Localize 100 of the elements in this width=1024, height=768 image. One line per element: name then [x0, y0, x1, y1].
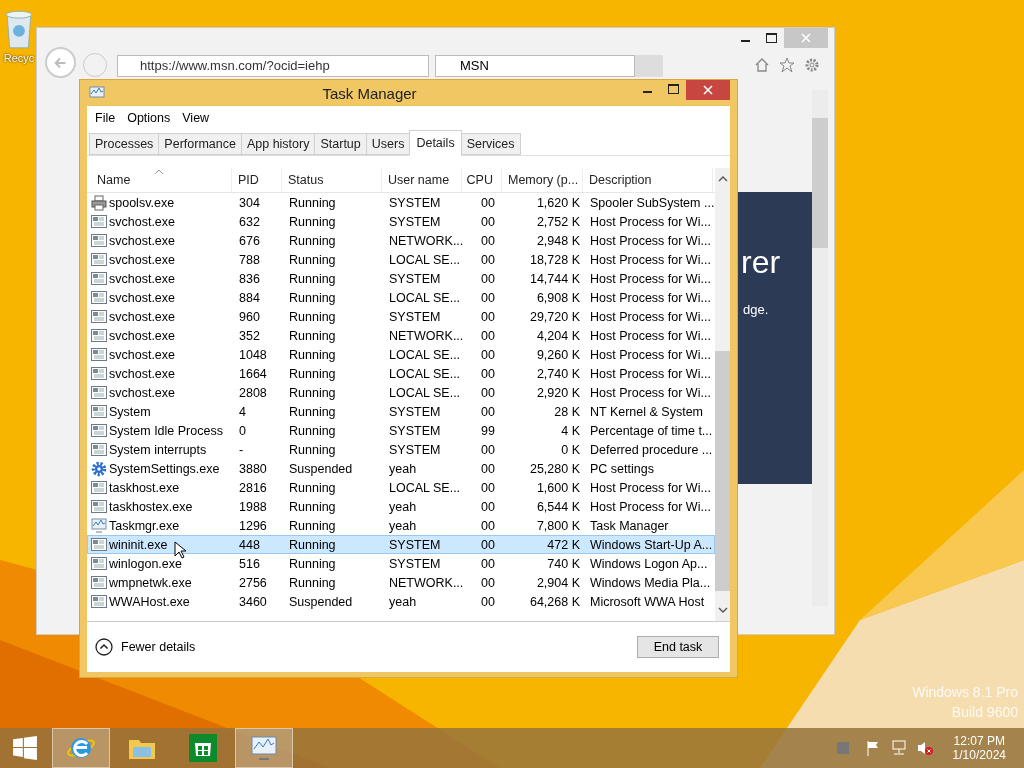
table-row[interactable]: svchost.exe 2808 Running LOCAL SE... 00 2,920 K Host Process for Wi... — [87, 383, 715, 402]
table-cell-text: 4,204 K — [535, 328, 581, 343]
table-cell-text: 00 — [480, 195, 496, 210]
end-task-button[interactable]: End task — [637, 636, 719, 658]
table-cell-text: NETWORK... — [388, 233, 463, 248]
table-row[interactable]: svchost.exe 632 Running SYSTEM 00 2,752 K Host Process for Wi... — [87, 212, 715, 231]
tab[interactable]: Performance — [158, 133, 242, 155]
scrollbar[interactable] — [715, 168, 730, 621]
table-cell-text: 6,544 K — [535, 499, 581, 514]
table-cell-text: SYSTEM — [388, 537, 442, 552]
table-cell-text: 740 K — [546, 556, 581, 571]
table-row[interactable]: wmpnetwk.exe 2756 Running NETWORK... 00 2,904 K Windows Media Pla... — [87, 573, 715, 592]
flag-icon[interactable] — [864, 740, 881, 756]
menu-item[interactable]: Options — [121, 111, 177, 125]
table-cell-text: 0 — [238, 423, 247, 438]
table-cell-text: 00 — [480, 480, 496, 495]
table-cell-text: 64,268 K — [528, 594, 581, 609]
table-cell-text: Running — [288, 252, 337, 267]
table-row[interactable]: spoolsv.exe 304 Running SYSTEM 00 1,620 K Spooler SubSystem ... — [87, 193, 715, 212]
table-cell-text: 00 — [480, 461, 496, 476]
table-cell-text: SYSTEM — [388, 404, 442, 419]
scrollbar[interactable] — [812, 90, 828, 606]
taskbar-button[interactable] — [52, 728, 110, 768]
back-button[interactable] — [45, 47, 76, 78]
table-row[interactable]: System interrupts - Running SYSTEM 00 0 K Deferred procedure ... — [87, 440, 715, 459]
clock-time[interactable]: 12:07 PM — [953, 734, 1005, 748]
close-icon — [703, 85, 713, 95]
table-row[interactable]: SystemSettings.exe 3880 Suspended yeah 00 25,280 K PC settings — [87, 459, 715, 478]
tab[interactable]: Details — [409, 130, 462, 156]
table-cell-text: Spooler SubSystem ... — [589, 195, 714, 210]
browser-tab[interactable]: MSN — [435, 55, 635, 77]
table-cell-text: SYSTEM — [388, 423, 442, 438]
table-row[interactable]: svchost.exe 1048 Running LOCAL SE... 00 9,260 K Host Process for Wi... — [87, 345, 715, 364]
table-row[interactable]: svchost.exe 1664 Running LOCAL SE... 00 2,740 K Host Process for Wi... — [87, 364, 715, 383]
table-cell-text: 00 — [480, 328, 496, 343]
table-row[interactable]: taskhostex.exe 1988 Running yeah 00 6,544 K Host Process for Wi... — [87, 497, 715, 516]
table-cell-text: 676 — [238, 233, 261, 248]
monitor-chart-icon — [91, 517, 107, 534]
home-icon[interactable] — [754, 57, 770, 73]
column-header[interactable]: Memory (p... — [502, 168, 583, 192]
scroll-down-icon[interactable] — [717, 607, 728, 613]
table-row[interactable]: svchost.exe 788 Running LOCAL SE... 00 18,728 K Host Process for Wi... — [87, 250, 715, 269]
table-row[interactable]: System 4 Running SYSTEM 00 28 K NT Kernel & System — [87, 402, 715, 421]
table-cell-text: 2808 — [238, 385, 268, 400]
muted-speaker-icon[interactable] — [916, 740, 933, 756]
tab[interactable]: Startup — [314, 133, 367, 155]
table-cell-text: NETWORK... — [388, 328, 463, 343]
table-cell-text: Running — [288, 556, 337, 571]
tab[interactable]: Users — [365, 133, 411, 155]
tab[interactable]: Processes — [89, 133, 160, 155]
table-row[interactable]: Taskmgr.exe 1296 Running yeah 00 7,800 K Task Manager — [87, 516, 715, 535]
table-row[interactable]: svchost.exe 676 Running NETWORK... 00 2,948 K Host Process for Wi... — [87, 231, 715, 250]
start-icon[interactable] — [12, 735, 38, 761]
window-icon — [91, 251, 107, 268]
table-cell-text: Host Process for Wi... — [589, 214, 712, 229]
table-cell-text: Running — [288, 366, 337, 381]
table-row[interactable]: WWAHost.exe 3460 Suspended yeah 00 64,268 K Microsoft WWA Host — [87, 592, 715, 611]
column-header[interactable]: Status — [282, 168, 382, 192]
scroll-up-icon[interactable] — [717, 176, 728, 182]
table-cell-text: yeah — [388, 499, 418, 514]
table-row[interactable]: wininit.exe 448 Running SYSTEM 00 472 K Windows Start-Up A... — [87, 535, 715, 554]
table-cell-text: 00 — [480, 404, 496, 419]
tab[interactable]: App history — [240, 133, 316, 155]
table-row[interactable]: winlogon.exe 516 Running SYSTEM 00 740 K Windows Logon Ap... — [87, 554, 715, 573]
process-name: svchost.exe — [109, 271, 175, 286]
star-icon[interactable] — [779, 57, 795, 73]
table-cell-text: yeah — [388, 594, 418, 609]
column-header[interactable]: Name — [87, 168, 232, 192]
tab[interactable]: Services — [460, 133, 521, 155]
address-bar[interactable]: https://www.msn.com/?ocid=iehp — [117, 55, 429, 77]
table-row[interactable]: svchost.exe 960 Running SYSTEM 00 29,720 K Host Process for Wi... — [87, 307, 715, 326]
table-cell-text: 788 — [238, 252, 261, 267]
table-cell-text: Host Process for Wi... — [589, 328, 712, 343]
table-row[interactable]: svchost.exe 352 Running NETWORK... 00 4,204 K Host Process for Wi... — [87, 326, 715, 345]
table-row[interactable]: System Idle Process 0 Running SYSTEM 99 4 K Percentage of time t... — [87, 421, 715, 440]
table-cell-text: SYSTEM — [388, 556, 442, 571]
column-header[interactable]: CPU — [462, 168, 502, 192]
taskbar-button[interactable] — [235, 728, 293, 768]
window-icon — [91, 422, 107, 439]
table-row[interactable]: svchost.exe 836 Running SYSTEM 00 14,744 K Host Process for Wi... — [87, 269, 715, 288]
table-cell-text: Suspended — [288, 461, 354, 476]
menu-item[interactable]: View — [176, 111, 216, 125]
menu-item[interactable]: File — [89, 111, 122, 125]
column-header[interactable]: PID — [232, 168, 282, 192]
process-name: svchost.exe — [109, 290, 175, 305]
collapse-icon — [95, 638, 113, 656]
settings-icon[interactable] — [804, 57, 820, 73]
table-row[interactable]: svchost.exe 884 Running LOCAL SE... 00 6,908 K Host Process for Wi... — [87, 288, 715, 307]
clock-date[interactable]: 1/10/2024 — [952, 748, 1006, 762]
table-cell-text: 00 — [480, 537, 496, 552]
network-icon[interactable] — [890, 740, 907, 756]
table-cell-text: Running — [288, 347, 337, 362]
column-header[interactable]: User name — [382, 168, 462, 192]
fewer-details-link[interactable]: Fewer details — [95, 638, 196, 656]
column-header[interactable]: Description — [583, 168, 713, 192]
table-row[interactable]: taskhost.exe 2816 Running LOCAL SE... 00 1,600 K Host Process for Wi... — [87, 478, 715, 497]
banner-heading: rer — [741, 244, 781, 281]
process-name: wininit.exe — [109, 537, 168, 552]
table-cell-text: 1664 — [238, 366, 268, 381]
table-cell-text: LOCAL SE... — [388, 252, 462, 267]
